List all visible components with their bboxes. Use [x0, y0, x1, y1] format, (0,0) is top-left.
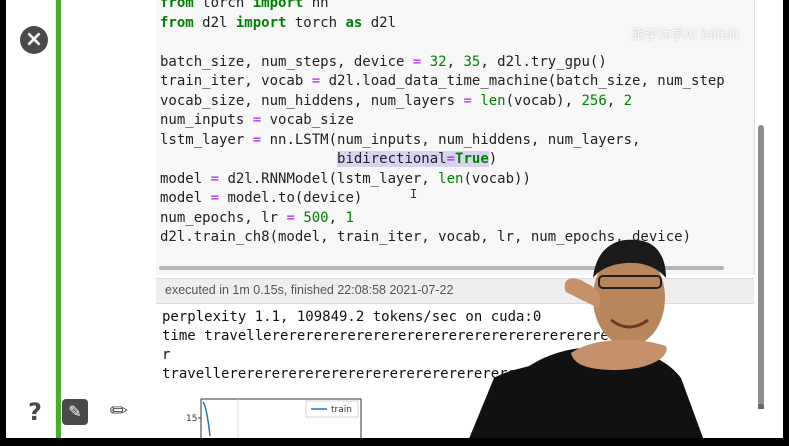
plot-legend-label: train — [331, 405, 352, 415]
plot-y-tick: 15 — [186, 414, 197, 424]
cell-selection-bar — [56, 0, 61, 438]
code-line: from torch import nn — [160, 0, 329, 11]
pencil-icon[interactable]: ✏ — [106, 399, 132, 425]
presenter-video-overlay — [469, 239, 704, 438]
text-cursor-icon: I — [410, 187, 418, 201]
code-line: model = model.to(device) — [160, 190, 363, 206]
code-line: num_epochs, lr = 500, 1 — [160, 209, 354, 226]
close-icon[interactable]: × — [20, 26, 48, 54]
execution-status-text: executed in 1m 0.15s, finished 22:08:58 … — [165, 283, 454, 297]
code-line: train_iter, vocab = d2l.load_data_time_m… — [160, 73, 725, 89]
left-toolbar — [6, 0, 56, 438]
code-line: model = d2l.RNNModel(lstm_layer, len(voc… — [160, 170, 531, 187]
notebook-page: × ? ✎ ✏ from torch import nn from d2l imp… — [6, 0, 783, 438]
help-icon[interactable]: ? — [22, 399, 48, 425]
code-line: lstm_layer = nn.LSTM(num_inputs, num_hid… — [160, 131, 641, 148]
plot-train-line — [202, 401, 211, 437]
training-plot: 15 train — [186, 398, 362, 438]
video-frame: × ? ✎ ✏ from torch import nn from d2l imp… — [0, 0, 789, 446]
code-line: bidirectional=True) — [337, 151, 498, 167]
scroll-marker — [758, 404, 764, 409]
edit-icon[interactable]: ✎ — [62, 399, 88, 425]
watermark: 跟李沐学AI bilibili — [632, 28, 740, 43]
code-line: vocab_size, num_hiddens, num_layers = le… — [160, 92, 633, 109]
vertical-scrollbar[interactable] — [758, 125, 764, 405]
code-line: batch_size, num_steps, device = 32, 35, … — [160, 53, 607, 70]
code-line: num_inputs = vocab_size — [160, 112, 354, 128]
